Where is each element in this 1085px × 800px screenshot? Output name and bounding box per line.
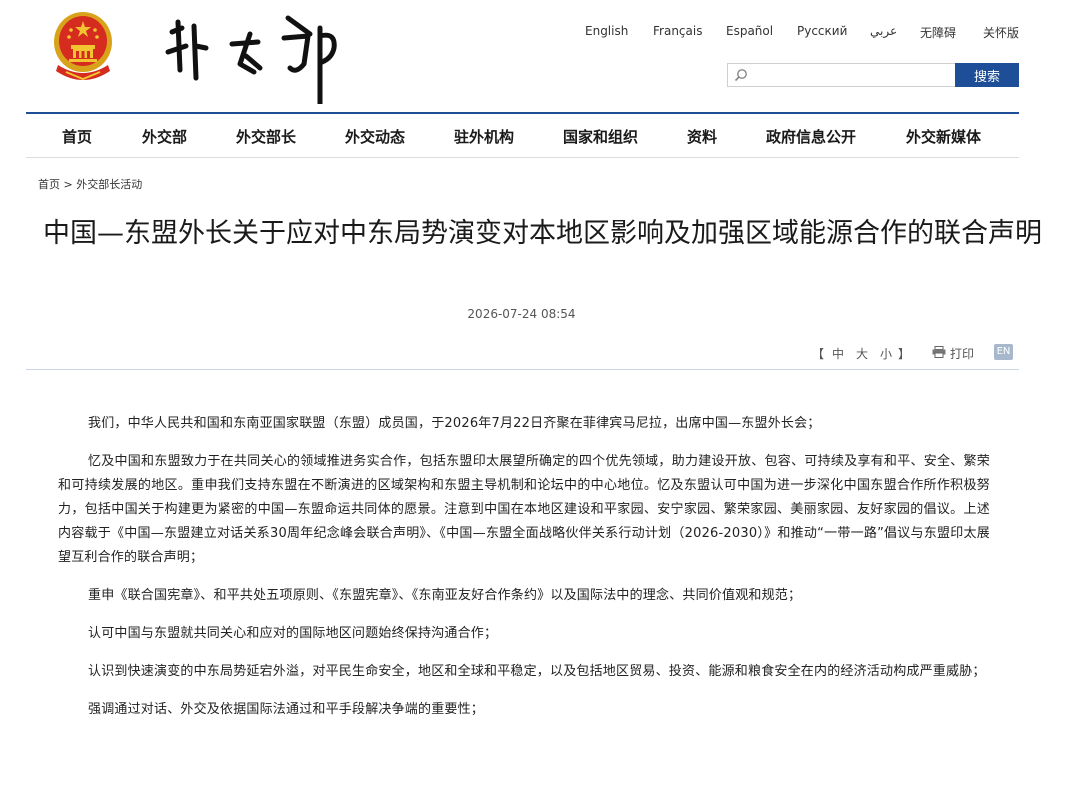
lang-french[interactable]: Français	[653, 24, 702, 38]
font-size-large-button[interactable]: 大	[856, 345, 868, 362]
article-date: 2026-07-24 08:54	[467, 307, 576, 321]
article-paragraph: 重申《联合国宪章》、和平共处五项原则、《东盟宪章》、《东南亚友好合作条约》以及国…	[88, 588, 802, 603]
breadcrumb: 首页 > 外交部长活动	[38, 176, 142, 192]
english-version-button[interactable]: EN	[994, 344, 1013, 360]
article-paragraph: 忆及中国和东盟致力于在共同关心的领域推进务实合作，包括东盟印太展望所确定的四个优…	[58, 454, 990, 565]
article-paragraph: 强调通过对话、外交及依据国际法通过和平手段解决争端的重要性；	[88, 702, 485, 717]
search-box	[727, 63, 957, 87]
ministry-calligraphy-logo[interactable]	[160, 8, 360, 104]
main-nav: 首页 外交部 外交部长 外交动态 驻外机构 国家和组织 资料 政府信息公开 外交…	[26, 112, 1019, 158]
nav-item-ministry[interactable]: 外交部	[142, 126, 187, 147]
accessibility-link[interactable]: 无障碍	[920, 24, 956, 41]
font-size-bracket-close: 】	[898, 347, 911, 361]
article-body: 我们，中华人民共和国和东南亚国家联盟（东盟）成员国，于2026年7月22日齐聚在…	[58, 412, 990, 736]
national-emblem-icon[interactable]	[52, 9, 114, 83]
nav-item-news[interactable]: 外交动态	[345, 126, 405, 147]
nav-item-home[interactable]: 首页	[62, 126, 92, 147]
lang-english[interactable]: English	[585, 24, 628, 38]
nav-item-countries[interactable]: 国家和组织	[563, 126, 638, 147]
breadcrumb-home[interactable]: 首页	[38, 178, 60, 191]
search-button[interactable]: 搜索	[955, 63, 1019, 87]
article-paragraph: 我们，中华人民共和国和东南亚国家联盟（东盟）成员国，于2026年7月22日齐聚在…	[88, 416, 821, 431]
font-size-medium-button[interactable]: 中	[832, 345, 844, 362]
lang-arabic[interactable]: عربي	[870, 24, 897, 38]
lang-russian[interactable]: Русский	[797, 24, 847, 38]
breadcrumb-separator: >	[63, 178, 73, 191]
breadcrumb-current[interactable]: 外交部长活动	[76, 178, 142, 191]
font-size-small-button[interactable]: 小	[880, 345, 892, 362]
nav-item-missions[interactable]: 驻外机构	[454, 126, 514, 147]
article-paragraph: 认可中国与东盟就共同关心和应对的国际地区问题始终保持沟通合作；	[88, 626, 498, 641]
search-input[interactable]	[752, 66, 952, 84]
article-title: 中国—东盟外长关于应对中东局势演变对本地区影响及加强区域能源合作的联合声明	[43, 218, 1042, 249]
elderly-care-link[interactable]: 关怀版	[983, 24, 1019, 41]
language-bar: English Français Español Русский عربي 无障…	[560, 24, 1030, 42]
lang-spanish[interactable]: Español	[726, 24, 773, 38]
search-icon	[734, 69, 747, 82]
nav-item-gov-info[interactable]: 政府信息公开	[766, 126, 856, 147]
nav-item-minister[interactable]: 外交部长	[236, 126, 296, 147]
site-header: English Français Español Русский عربي 无障…	[0, 0, 1085, 158]
article-paragraph: 认识到快速演变的中东局势延宕外溢，对平民生命安全，地区和全球和平稳定，以及包括地…	[88, 664, 986, 679]
article-tools: 【 中 大 小 】 打印 EN	[812, 344, 1019, 362]
title-divider	[26, 369, 1019, 370]
nav-item-new-media[interactable]: 外交新媒体	[906, 126, 981, 147]
print-icon[interactable]	[932, 346, 946, 358]
font-size-bracket-open: 【	[812, 347, 825, 361]
nav-item-resources[interactable]: 资料	[687, 126, 717, 147]
print-button[interactable]: 打印	[950, 345, 974, 362]
